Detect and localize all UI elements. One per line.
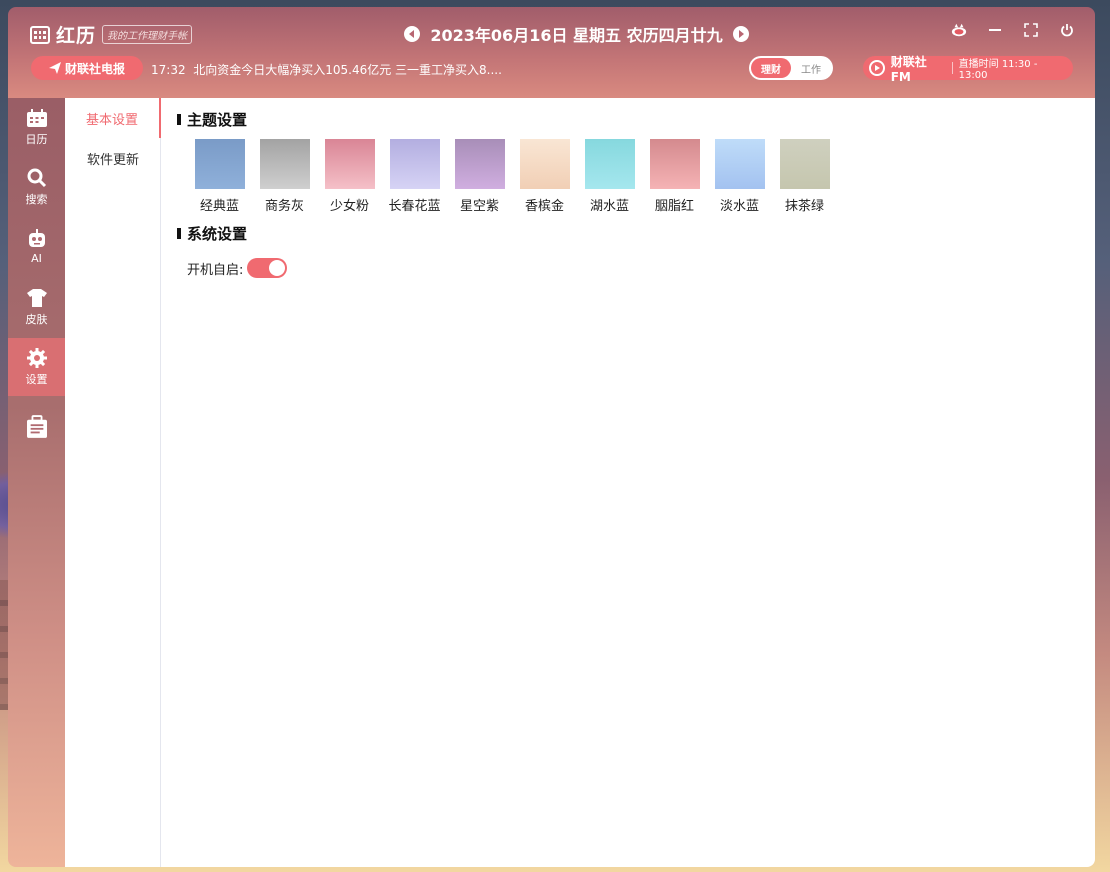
startup-toggle[interactable] bbox=[247, 258, 288, 278]
mode-finance-tab[interactable]: 理财 bbox=[751, 58, 791, 78]
subnav-basic-settings[interactable]: 基本设置 bbox=[65, 98, 161, 138]
fullscreen-icon bbox=[1024, 23, 1038, 37]
toolbox-icon bbox=[26, 415, 47, 438]
logo-tagline: 我的工作理财手帐 bbox=[102, 25, 193, 44]
swatch-label: 抹茶绿 bbox=[784, 199, 824, 214]
caret-right-icon bbox=[739, 30, 744, 38]
toggle-knob bbox=[269, 260, 286, 276]
swatch-label: 星空紫 bbox=[459, 199, 499, 214]
sidebar-item-calendar[interactable]: 日历 bbox=[8, 98, 65, 156]
swatch-color-chip bbox=[519, 139, 570, 189]
swatch-label: 胭脂红 bbox=[654, 199, 694, 214]
window-controls bbox=[951, 22, 1075, 38]
sidebar-item-ai[interactable]: AI bbox=[8, 218, 65, 276]
subnav-software-update[interactable]: 软件更新 bbox=[65, 138, 161, 178]
swatch-color-chip bbox=[389, 139, 440, 189]
news-time: 17:32 bbox=[151, 63, 186, 77]
theme-swatch[interactable]: 少女粉 bbox=[317, 139, 382, 214]
swatch-color-chip bbox=[779, 139, 830, 189]
sidebar-item-search[interactable]: 搜索 bbox=[8, 158, 65, 216]
swatch-color-chip bbox=[194, 139, 245, 189]
fullscreen-button[interactable] bbox=[1023, 22, 1039, 38]
swatch-color-chip bbox=[649, 139, 700, 189]
theme-swatch[interactable]: 经典蓝 bbox=[187, 139, 252, 214]
fm-schedule: 直播时间 11:30 - 13:00 bbox=[958, 59, 1038, 81]
logo-text: 红历 bbox=[56, 25, 97, 47]
swatch-color-chip bbox=[259, 139, 310, 189]
play-icon bbox=[869, 60, 885, 76]
swatch-label: 湖水蓝 bbox=[589, 199, 629, 214]
sidebar-label-calendar: 日历 bbox=[25, 132, 48, 146]
section-marker bbox=[177, 114, 181, 125]
fm-name: 财联社FM bbox=[890, 54, 927, 84]
prev-day-button[interactable] bbox=[404, 26, 420, 42]
current-date: 2023年06月16日 星期五 农历四月廿九 bbox=[430, 26, 723, 45]
theme-swatch[interactable]: 商务灰 bbox=[252, 139, 317, 214]
sidebar-item-skin[interactable]: 皮肤 bbox=[8, 278, 65, 336]
swatch-label: 经典蓝 bbox=[199, 199, 239, 214]
sidebar: 日历 搜索 AI 皮肤 设置 bbox=[8, 98, 65, 867]
power-icon bbox=[1061, 24, 1073, 37]
news-ticker: 财联社电报 17:32 北向资金今日大幅净买入105.46亿元 三一重工净买入8… bbox=[31, 55, 1076, 84]
theme-swatch[interactable]: 抹茶绿 bbox=[772, 139, 837, 214]
startup-setting: 开机自启: bbox=[187, 258, 288, 278]
search-icon bbox=[27, 168, 47, 188]
sidebar-label-search: 搜索 bbox=[25, 192, 48, 206]
swatch-label: 长春花蓝 bbox=[388, 199, 441, 214]
mode-work-tab[interactable]: 工作 bbox=[791, 58, 831, 78]
news-badge-button[interactable]: 财联社电报 bbox=[31, 56, 143, 80]
settings-subnav: 基本设置 软件更新 bbox=[65, 98, 161, 867]
robot-icon bbox=[27, 229, 47, 249]
date-navigator: 2023年06月16日 星期五 农历四月廿九 bbox=[404, 22, 749, 46]
news-badge-label: 财联社电报 bbox=[64, 61, 125, 76]
theme-swatch[interactable]: 湖水蓝 bbox=[577, 139, 642, 214]
power-button[interactable] bbox=[1059, 22, 1075, 38]
settings-panel: 基本设置 软件更新 主题设置 经典蓝 商务灰 少女粉 长春花蓝 星空紫 香槟金 湖水蓝 胭脂红… bbox=[65, 98, 1095, 867]
system-title-text: 系统设置 bbox=[187, 225, 248, 243]
mascot-icon bbox=[951, 23, 967, 37]
sidebar-label-ai: AI bbox=[31, 252, 42, 265]
theme-section-title: 主题设置 bbox=[177, 109, 247, 130]
swatch-label: 香槟金 bbox=[524, 199, 564, 214]
swatch-color-chip bbox=[454, 139, 505, 189]
swatch-label: 商务灰 bbox=[264, 199, 304, 214]
minimize-icon bbox=[989, 29, 1001, 31]
mascot-button[interactable] bbox=[951, 22, 967, 38]
fm-divider bbox=[951, 62, 953, 74]
tshirt-icon bbox=[26, 288, 47, 308]
app-logo: 红历 我的工作理财手帐 bbox=[30, 21, 193, 48]
next-day-button[interactable] bbox=[733, 26, 749, 42]
section-marker bbox=[177, 228, 181, 239]
header: 红历 我的工作理财手帐 2023年06月16日 星期五 农历四月廿九 财联社电报… bbox=[8, 7, 1095, 98]
paper-plane-icon bbox=[48, 62, 61, 74]
theme-swatch[interactable]: 长春花蓝 bbox=[382, 139, 447, 214]
gear-icon bbox=[26, 347, 47, 368]
news-headline-link[interactable]: 17:32 北向资金今日大幅净买入105.46亿元 三一重工净买入8.... bbox=[151, 61, 502, 78]
theme-swatch[interactable]: 淡水蓝 bbox=[707, 139, 772, 214]
sidebar-label-settings: 设置 bbox=[25, 372, 48, 386]
swatch-label: 淡水蓝 bbox=[719, 199, 759, 214]
swatch-color-chip bbox=[584, 139, 635, 189]
app-window: 红历 我的工作理财手帐 2023年06月16日 星期五 农历四月廿九 财联社电报… bbox=[8, 7, 1095, 867]
system-section-title: 系统设置 bbox=[177, 223, 247, 244]
caret-left-icon bbox=[409, 30, 414, 38]
theme-title-text: 主题设置 bbox=[187, 111, 248, 129]
theme-swatch[interactable]: 胭脂红 bbox=[642, 139, 707, 214]
theme-swatch[interactable]: 香槟金 bbox=[512, 139, 577, 214]
mode-toggle: 理财 工作 bbox=[749, 56, 833, 80]
swatch-label: 少女粉 bbox=[329, 199, 369, 214]
sidebar-item-settings[interactable]: 设置 bbox=[8, 338, 65, 396]
calendar-logo-icon bbox=[30, 25, 50, 44]
sidebar-item-toolbox[interactable] bbox=[8, 398, 65, 456]
theme-swatch-list: 经典蓝 商务灰 少女粉 长春花蓝 星空紫 香槟金 湖水蓝 胭脂红 淡水蓝 抹茶绿 bbox=[187, 139, 837, 214]
sidebar-label-skin: 皮肤 bbox=[25, 312, 48, 326]
minimize-button[interactable] bbox=[987, 22, 1003, 38]
calendar-icon bbox=[26, 108, 47, 128]
swatch-color-chip bbox=[714, 139, 765, 189]
swatch-color-chip bbox=[324, 139, 375, 189]
startup-label: 开机自启: bbox=[187, 262, 244, 278]
fm-player-button[interactable]: 财联社FM 直播时间 11:30 - 13:00 bbox=[863, 55, 1073, 84]
news-headline: 北向资金今日大幅净买入105.46亿元 三一重工净买入8.... bbox=[193, 63, 502, 77]
theme-swatch[interactable]: 星空紫 bbox=[447, 139, 512, 214]
